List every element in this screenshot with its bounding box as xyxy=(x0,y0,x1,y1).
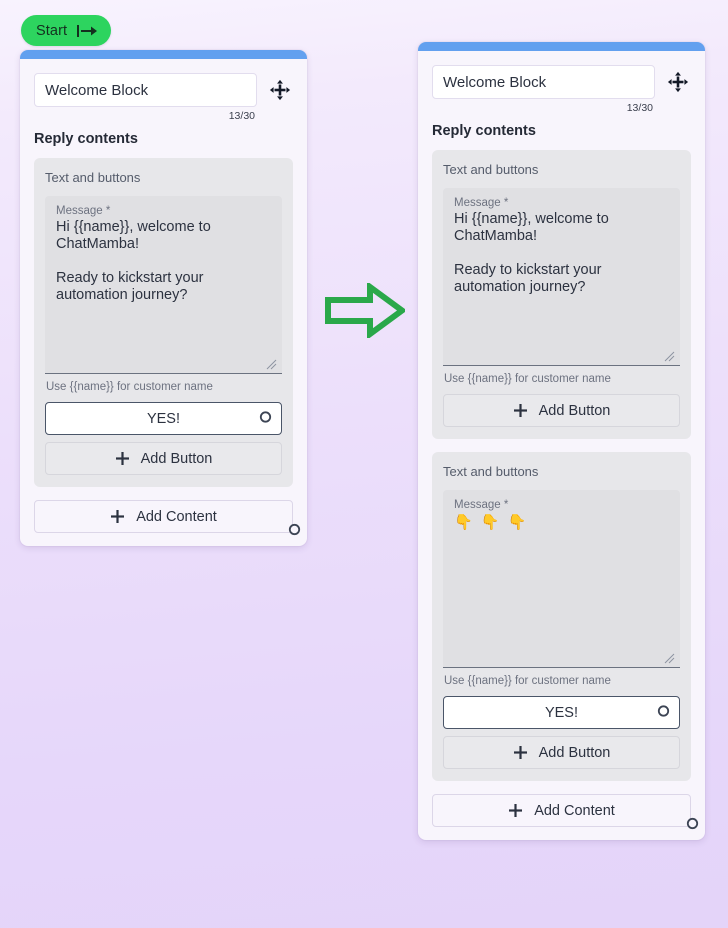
add-content-label: Add Content xyxy=(136,508,217,525)
node-title-input[interactable]: Welcome Block xyxy=(432,65,655,99)
content-block-title: Text and buttons xyxy=(45,170,141,185)
add-content-button[interactable]: Add Content xyxy=(34,500,293,533)
message-value: 👇 👇 👇 xyxy=(454,514,529,531)
textarea-resize-grip[interactable] xyxy=(664,651,675,664)
content-block[interactable]: Text and buttons Message * Hi {{name}}, … xyxy=(34,158,293,487)
move-handle-icon[interactable] xyxy=(267,73,293,107)
node-title-char-count: 13/30 xyxy=(228,110,255,122)
content-block-title: Text and buttons xyxy=(443,464,539,479)
message-value: Hi {{name}}, welcome to ChatMamba! Ready… xyxy=(454,211,609,296)
right-arrow-icon xyxy=(325,281,408,342)
reply-button-connector-dot[interactable] xyxy=(259,410,272,427)
textarea-resize-grip[interactable] xyxy=(664,349,675,362)
add-button-label: Add Button xyxy=(538,402,611,419)
message-label: Message * xyxy=(454,197,509,209)
plus-icon xyxy=(513,403,528,418)
node-color-bar xyxy=(20,50,307,59)
reply-button-connector-dot[interactable] xyxy=(657,704,670,721)
message-helper-text: Use {{name}} for customer name xyxy=(46,381,213,393)
move-handle-icon[interactable] xyxy=(665,65,691,99)
flow-node-after[interactable]: Welcome Block 13/30 Reply contents Text … xyxy=(418,42,705,840)
flow-start-arrow-icon xyxy=(76,24,98,38)
reply-button-label: YES! xyxy=(146,410,181,427)
message-textarea[interactable]: Message * 👇 👇 👇 xyxy=(443,490,680,668)
add-button-button[interactable]: Add Button xyxy=(443,736,680,769)
node-title-input[interactable]: Welcome Block xyxy=(34,73,257,107)
textarea-resize-grip[interactable] xyxy=(266,357,277,370)
add-content-label: Add Content xyxy=(534,802,615,819)
message-value: Hi {{name}}, welcome to ChatMamba! Ready… xyxy=(56,219,211,304)
node-title-char-count: 13/30 xyxy=(626,102,653,114)
node-title-value: Welcome Block xyxy=(443,73,547,91)
node-connector-dot[interactable] xyxy=(686,817,699,835)
reply-button-label: YES! xyxy=(544,704,579,721)
start-node[interactable]: Start xyxy=(21,15,112,46)
message-helper-text: Use {{name}} for customer name xyxy=(444,373,611,385)
start-node-label: Start xyxy=(36,22,68,39)
flow-transition-arrow xyxy=(325,281,408,343)
add-content-button[interactable]: Add Content xyxy=(432,794,691,827)
add-button-label: Add Button xyxy=(140,450,213,467)
node-color-bar xyxy=(418,42,705,51)
message-helper-text: Use {{name}} for customer name xyxy=(444,675,611,687)
message-textarea[interactable]: Message * Hi {{name}}, welcome to ChatMa… xyxy=(45,196,282,374)
reply-contents-heading: Reply contents xyxy=(34,131,138,147)
flow-node-before[interactable]: Welcome Block 13/30 Reply contents Text … xyxy=(20,50,307,546)
content-block[interactable]: Text and buttons Message * 👇 👇 👇 Use {{n… xyxy=(432,452,691,781)
message-label: Message * xyxy=(454,499,509,511)
node-title-row: Welcome Block xyxy=(34,73,293,107)
node-title-row: Welcome Block xyxy=(432,65,691,99)
node-title-value: Welcome Block xyxy=(45,81,149,99)
add-button-button[interactable]: Add Button xyxy=(45,442,282,475)
add-button-label: Add Button xyxy=(538,744,611,761)
reply-button[interactable]: YES! xyxy=(45,402,282,435)
add-button-button[interactable]: Add Button xyxy=(443,394,680,427)
message-label: Message * xyxy=(56,205,111,217)
plus-icon xyxy=(508,803,523,818)
reply-contents-heading: Reply contents xyxy=(432,123,536,139)
plus-icon xyxy=(110,509,125,524)
node-connector-dot[interactable] xyxy=(288,523,301,541)
content-block[interactable]: Text and buttons Message * Hi {{name}}, … xyxy=(432,150,691,439)
plus-icon xyxy=(513,745,528,760)
content-block-title: Text and buttons xyxy=(443,162,539,177)
reply-button[interactable]: YES! xyxy=(443,696,680,729)
message-textarea[interactable]: Message * Hi {{name}}, welcome to ChatMa… xyxy=(443,188,680,366)
plus-icon xyxy=(115,451,130,466)
